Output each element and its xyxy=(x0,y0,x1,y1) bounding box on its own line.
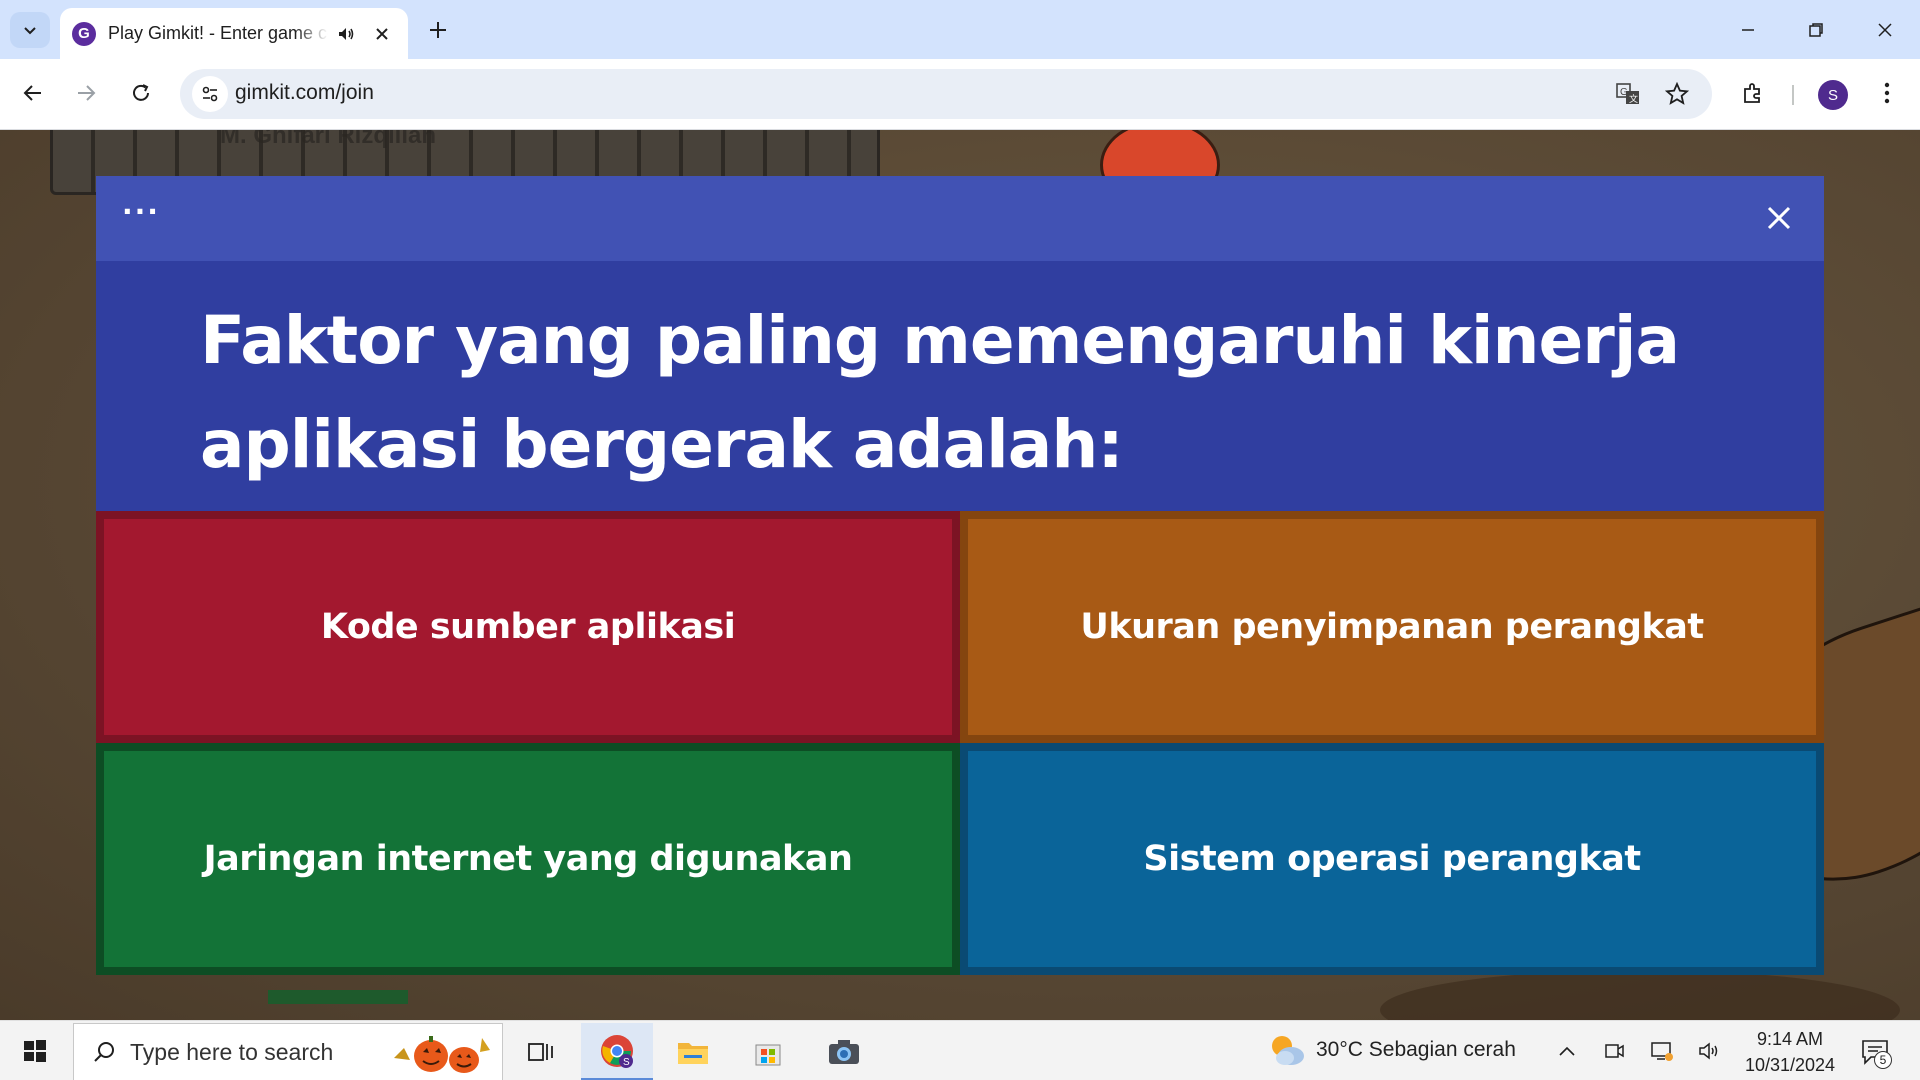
taskbar: Type here to search S 30°C Sebagian cera… xyxy=(0,1020,1920,1080)
svg-text:S: S xyxy=(623,1057,630,1068)
file-explorer-icon[interactable] xyxy=(657,1023,729,1080)
chevron-down-icon xyxy=(24,27,36,35)
answer-option-4[interactable]: Sistem operasi perangkat xyxy=(960,743,1824,975)
more-dots-icon[interactable]: ··· xyxy=(122,198,160,226)
task-view-icon[interactable] xyxy=(505,1023,577,1080)
window-close-icon[interactable] xyxy=(1858,10,1912,50)
browser-toolbar: gimkit.com/join G文 S xyxy=(0,59,1920,130)
back-arrow-icon[interactable] xyxy=(15,75,51,111)
search-icon xyxy=(94,1042,114,1062)
player-name: M. Ghifari Rizqillah xyxy=(220,130,437,149)
minimize-icon[interactable] xyxy=(1721,10,1775,50)
weather-widget[interactable]: 30°C Sebagian cerah xyxy=(1268,1033,1516,1067)
system-clock[interactable]: 9:14 AM 10/31/2024 xyxy=(1735,1026,1845,1078)
gimkit-favicon-icon: G xyxy=(72,21,96,46)
volume-icon[interactable] xyxy=(1695,1037,1723,1065)
windows-start-icon[interactable] xyxy=(12,1029,58,1073)
scenery-shadow xyxy=(1380,970,1900,1020)
search-placeholder: Type here to search xyxy=(130,1038,334,1065)
answer-option-1[interactable]: Kode sumber aplikasi xyxy=(96,511,960,743)
restore-icon[interactable] xyxy=(1789,10,1843,50)
clock-time: 9:14 AM xyxy=(1756,1029,1824,1049)
question-modal: ··· Faktor yang paling memengaruhi kiner… xyxy=(96,176,1824,976)
taskbar-search-box[interactable]: Type here to search xyxy=(73,1023,503,1080)
new-tab-plus-icon[interactable] xyxy=(424,16,452,44)
answer-label: Sistem operasi perangkat xyxy=(1143,839,1641,879)
audio-playing-icon[interactable] xyxy=(336,24,356,44)
address-bar[interactable]: gimkit.com/join G文 xyxy=(180,69,1712,119)
meet-now-icon[interactable] xyxy=(1600,1037,1628,1065)
tab-close-icon[interactable] xyxy=(372,24,392,44)
answer-option-2[interactable]: Ukuran penyimpanan perangkat xyxy=(960,511,1824,743)
notification-center-icon[interactable]: 5 xyxy=(1858,1035,1892,1069)
chrome-taskbar-icon[interactable]: S xyxy=(581,1023,653,1080)
camera-app-icon[interactable] xyxy=(808,1023,880,1080)
modal-header: ··· xyxy=(96,176,1824,261)
tab-strip: G Play Gimkit! - Enter game code xyxy=(0,0,1920,59)
bookmark-star-icon[interactable] xyxy=(1663,80,1691,108)
close-icon[interactable] xyxy=(1758,197,1800,239)
question-text: Faktor yang paling memengaruhi kinerja a… xyxy=(200,302,1680,483)
notification-count-badge: 5 xyxy=(1874,1051,1892,1069)
halloween-pumpkins-icon xyxy=(394,1036,490,1073)
translate-icon[interactable]: G文 xyxy=(1614,80,1642,108)
extensions-puzzle-icon[interactable] xyxy=(1736,76,1770,110)
energy-bar xyxy=(268,990,408,1004)
svg-text:文: 文 xyxy=(1629,93,1638,105)
site-info-icon[interactable] xyxy=(192,76,228,112)
url-text[interactable]: gimkit.com/join xyxy=(235,81,374,105)
browser-tab[interactable]: G Play Gimkit! - Enter game code xyxy=(60,8,408,59)
forward-arrow-icon[interactable] xyxy=(68,75,104,111)
reload-icon[interactable] xyxy=(123,75,159,111)
menu-kebab-icon[interactable] xyxy=(1870,76,1904,110)
network-icon[interactable] xyxy=(1648,1037,1676,1065)
answer-option-3[interactable]: Jaringan internet yang digunakan xyxy=(96,743,960,975)
tab-search-button[interactable] xyxy=(10,12,50,48)
question-area: Faktor yang paling memengaruhi kinerja a… xyxy=(96,261,1824,511)
answer-label: Jaringan internet yang digunakan xyxy=(203,839,853,879)
microsoft-store-icon[interactable] xyxy=(732,1023,804,1080)
toolbar-separator xyxy=(1792,85,1794,105)
show-hidden-icons-chevron-icon[interactable] xyxy=(1553,1037,1581,1065)
profile-avatar[interactable]: S xyxy=(1818,80,1848,110)
answer-label: Ukuran penyimpanan perangkat xyxy=(1080,607,1704,647)
answer-label: Kode sumber aplikasi xyxy=(320,607,736,647)
partly-cloudy-icon xyxy=(1272,1036,1304,1065)
clock-date: 10/31/2024 xyxy=(1744,1055,1836,1075)
tab-title: Play Gimkit! - Enter game code xyxy=(108,23,328,43)
weather-text: 30°C Sebagian cerah xyxy=(1316,1038,1516,1061)
